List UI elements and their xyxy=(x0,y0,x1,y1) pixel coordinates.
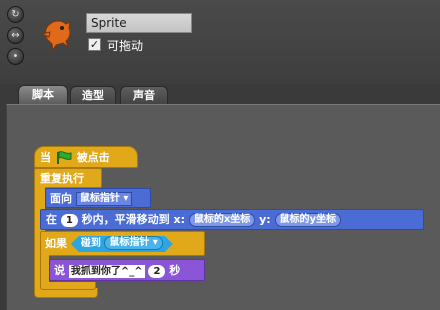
glide-secs-input[interactable]: 1 xyxy=(60,213,78,227)
draggable-label: 可拖动 xyxy=(107,39,144,53)
point-towards-block[interactable]: 面向 鼠标指针 ▾ xyxy=(45,188,151,208)
hat-when-label: 当 xyxy=(40,151,51,164)
no-rotate-icon[interactable]: • xyxy=(7,48,24,65)
forever-block[interactable]: 重复执行 xyxy=(34,168,102,188)
rotate-all-icon[interactable]: ↻ xyxy=(7,6,24,23)
hat-clicked-label: 被点击 xyxy=(76,151,110,164)
touching-label: 碰到 xyxy=(80,238,101,249)
say-secs-input[interactable]: 2 xyxy=(148,264,166,278)
touching-block[interactable]: 碰到 鼠标指针 ▾ xyxy=(71,236,173,252)
tab-costumes[interactable]: 造型 xyxy=(70,86,116,104)
say-text-input[interactable]: 我抓到你了^_^ xyxy=(68,264,145,278)
glide-mid-label: 秒内，平滑移动到 x: xyxy=(81,213,185,226)
say-for-secs-block[interactable]: 说 我抓到你了^_^ 2 秒 xyxy=(49,259,205,281)
point-towards-label: 面向 xyxy=(50,192,72,205)
sprite-name-input[interactable]: Sprite xyxy=(86,13,192,33)
green-flag-icon xyxy=(56,151,72,164)
glide-block[interactable]: 在 1 秒内，平滑移动到 x: 鼠标的x坐标 y: 鼠标的y坐标 xyxy=(40,209,424,230)
mouse-y-reporter[interactable]: 鼠标的y坐标 xyxy=(274,213,342,227)
if-block[interactable]: 如果 碰到 鼠标指针 ▾ xyxy=(40,231,205,256)
glide-y-label: y: xyxy=(259,213,271,226)
point-target-dropdown[interactable]: 鼠标指针 ▾ xyxy=(75,192,133,206)
glide-in-label: 在 xyxy=(46,213,57,226)
touching-target-dropdown[interactable]: 鼠标指针 ▾ xyxy=(104,236,163,250)
if-arm xyxy=(40,254,49,284)
say-unit-label: 秒 xyxy=(169,264,181,277)
tab-scripts[interactable]: 脚本 xyxy=(18,85,68,105)
if-foot xyxy=(40,282,96,290)
flip-lr-icon[interactable]: ↔ xyxy=(7,27,24,44)
tab-sounds[interactable]: 声音 xyxy=(120,86,168,104)
say-label: 说 xyxy=(54,264,65,277)
sprite-info-panel: ↻ ↔ • Sprite ✓ 可拖动 xyxy=(0,0,440,84)
draggable-checkbox[interactable]: ✓ xyxy=(88,38,101,51)
if-label: 如果 xyxy=(45,237,67,250)
sprite-thumbnail xyxy=(40,20,71,52)
when-flag-clicked-block[interactable]: 当 被点击 xyxy=(34,146,138,168)
forever-label: 重复执行 xyxy=(40,172,84,185)
mouse-x-reporter[interactable]: 鼠标的x坐标 xyxy=(188,213,256,227)
